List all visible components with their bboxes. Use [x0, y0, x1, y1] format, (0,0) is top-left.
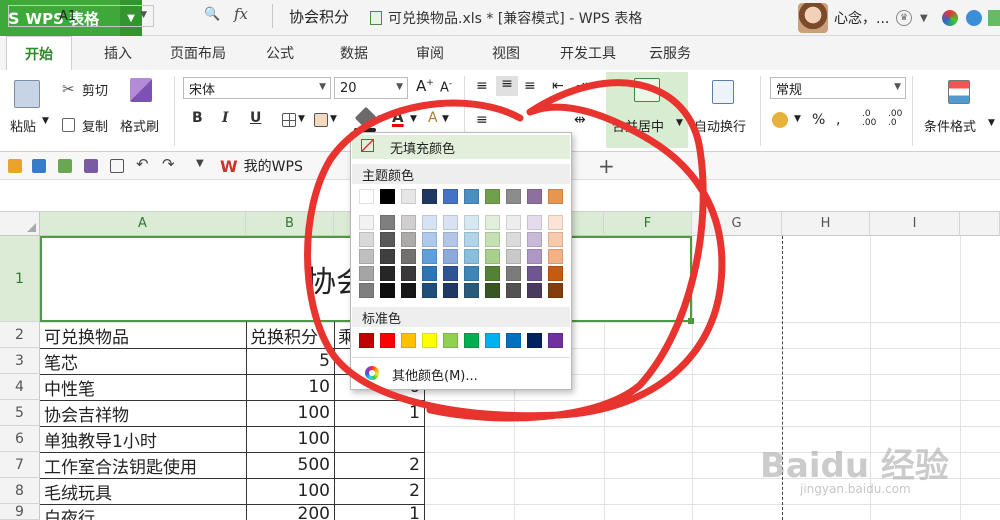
baidu-watermark-url: jingyan.baidu.com [800, 482, 911, 496]
baidu-watermark-logo: Baidu 经验 [760, 446, 949, 486]
annotation-stroke [304, 79, 726, 422]
